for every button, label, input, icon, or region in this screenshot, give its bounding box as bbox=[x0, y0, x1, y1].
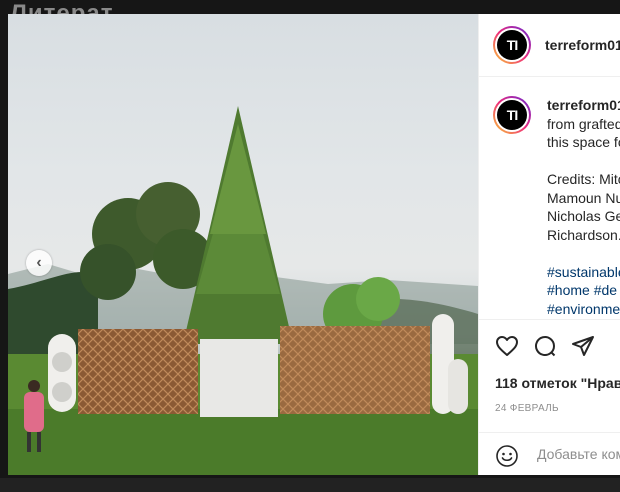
share-icon[interactable] bbox=[571, 334, 595, 358]
comment-icon[interactable] bbox=[533, 334, 557, 358]
comment-input[interactable] bbox=[537, 446, 620, 462]
avatar-initials: TI bbox=[497, 100, 527, 130]
hashtag-link[interactable]: #environme bbox=[547, 300, 620, 319]
caption-username[interactable]: terreform01 bbox=[547, 96, 620, 115]
pavilion-illustration bbox=[8, 106, 478, 475]
post-image[interactable]: ‹ bbox=[8, 14, 478, 475]
carousel-prev-button[interactable]: ‹ bbox=[26, 250, 52, 276]
post-header: TI terreform01 bbox=[479, 14, 620, 77]
divider bbox=[479, 319, 620, 320]
hashtag-link[interactable]: #sustainable bbox=[547, 263, 620, 282]
caption-avatar[interactable]: TI bbox=[493, 96, 531, 134]
credits-line: Credits: Mitc bbox=[547, 171, 620, 187]
hashtag-link[interactable]: #home #de bbox=[547, 281, 620, 300]
background-strip bbox=[0, 478, 620, 492]
avatar-initials: TI bbox=[497, 30, 527, 60]
header-username[interactable]: terreform01 bbox=[545, 37, 620, 53]
likes-count[interactable]: 118 отметок "Нравится" bbox=[495, 375, 620, 391]
post-details-panel: TI terreform01 TI terreform01 from graft… bbox=[478, 14, 620, 475]
caption-text: terreform01 from grafted this space fo C… bbox=[547, 96, 620, 318]
caption-line: from grafted bbox=[547, 115, 620, 132]
post-date: 24 ФЕВРАЛЬ bbox=[495, 403, 559, 414]
credits-line: Nicholas Ge bbox=[547, 208, 620, 224]
caption-line: this space fo bbox=[547, 134, 620, 150]
emoji-icon[interactable] bbox=[495, 444, 519, 468]
credits-line: Richardson. bbox=[547, 226, 620, 243]
chevron-left-icon: ‹ bbox=[36, 254, 42, 271]
action-bar bbox=[495, 334, 595, 358]
heart-icon[interactable] bbox=[495, 334, 519, 358]
comment-bar bbox=[479, 432, 620, 475]
credits-line: Mamoun Nu bbox=[547, 189, 620, 206]
avatar[interactable]: TI bbox=[493, 26, 531, 64]
